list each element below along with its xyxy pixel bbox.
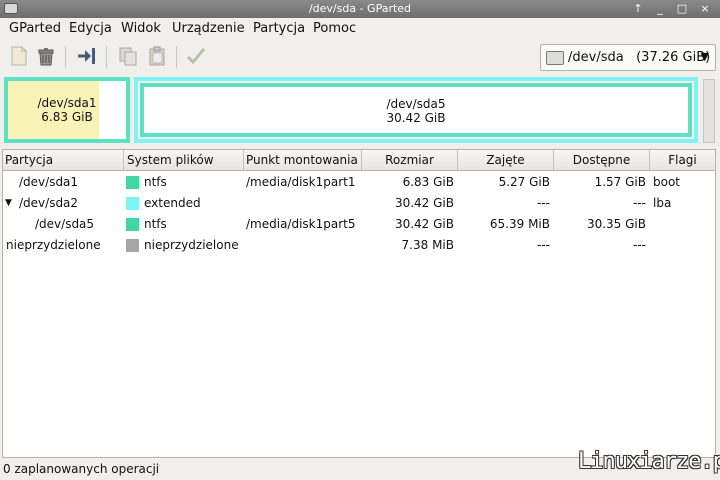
table-header: Partycja System plików Punkt montowania … (3, 150, 715, 171)
cell-filesystem: ntfs (144, 175, 167, 189)
window-title: /dev/sda - GParted (308, 2, 412, 15)
table-row[interactable]: /dev/sda1 ntfs/media/disk1part1 6.83 GiB 5.… (3, 172, 715, 193)
graphic-sda5-size: 30.42 GiB (386, 111, 446, 125)
graphic-partition-sda5[interactable]: /dev/sda5 30.42 GiB (140, 83, 692, 137)
watermark-logo: Linuxiarze.pl (578, 449, 720, 474)
table-row[interactable]: ▼ /dev/sda2 extended 30.42 GiB --- --- lba (3, 193, 715, 214)
cell-free: --- (633, 196, 646, 210)
cell-filesystem: nieprzydzielone (144, 238, 239, 252)
cell-partition: /dev/sda1 (19, 175, 79, 189)
column-header-free[interactable]: Dostępne (554, 150, 650, 171)
toolbar-separator (65, 46, 66, 68)
menu-bar: GParted Edycja Widok Urządzenie Partycja… (0, 18, 720, 40)
resize-move-icon[interactable] (75, 45, 97, 67)
menu-pomoc[interactable]: Pomoc (313, 21, 356, 36)
cell-mountpoint (246, 235, 362, 256)
cell-size: 30.42 GiB (394, 217, 454, 231)
title-bar: /dev/sda - GParted ↑ _ □ × (0, 0, 720, 18)
cell-mountpoint: /media/disk1part1 (246, 175, 356, 189)
cell-free: 30.35 GiB (586, 217, 646, 231)
menu-partycja[interactable]: Partycja (253, 21, 305, 36)
expander-arrow-icon[interactable]: ▼ (5, 193, 12, 214)
table-row[interactable]: /dev/sda5 ntfs/media/disk1part5 30.42 GiB 6… (3, 214, 715, 235)
toolbar-separator (106, 46, 107, 68)
window-up-icon[interactable]: ↑ (630, 1, 646, 16)
column-header-flags[interactable]: Flagi (650, 150, 715, 171)
cell-size: 6.83 GiB (402, 175, 454, 189)
cell-used: 5.27 GiB (498, 175, 550, 189)
chevron-down-icon: ▼ (700, 50, 709, 63)
close-button[interactable]: × (697, 1, 713, 16)
column-header-filesystem[interactable]: System plików (124, 150, 244, 171)
device-name: /dev/sda (37.26 GiB) (568, 50, 711, 65)
graphic-partition-sda1[interactable]: /dev/sda1 6.83 GiB (4, 77, 130, 143)
table-row[interactable]: nieprzydzielone nieprzydzielone 7.38 MiB --… (3, 235, 715, 256)
cell-filesystem: ntfs (144, 217, 167, 231)
filesystem-color-swatch (126, 197, 139, 210)
cell-partition: /dev/sda5 (35, 217, 95, 231)
toolbar: /dev/sda (37.26 GiB) ▼ (0, 40, 720, 74)
cell-used: 65.39 MiB (489, 217, 550, 231)
menu-urzadzenie[interactable]: Urządzenie (172, 21, 245, 36)
filesystem-color-swatch (126, 239, 139, 252)
cell-free: 1.57 GiB (594, 175, 646, 189)
graphic-sda1-size: 6.83 GiB (41, 110, 93, 124)
cell-mountpoint: /media/disk1part5 (246, 217, 356, 231)
paste-icon[interactable] (146, 45, 168, 67)
cell-size: 30.42 GiB (394, 196, 454, 210)
status-text: 0 zaplanowanych operacji (3, 462, 160, 476)
filesystem-color-swatch (126, 176, 139, 189)
minimize-button[interactable]: _ (652, 1, 668, 16)
new-icon[interactable] (8, 45, 30, 67)
graphic-scrollbar[interactable] (703, 79, 715, 143)
menu-gparted[interactable]: GParted (9, 21, 61, 36)
cell-flags: boot (653, 175, 681, 189)
copy-icon[interactable] (117, 45, 139, 67)
graphic-sda1-name: /dev/sda1 (37, 96, 97, 110)
cell-size: 7.38 MiB (401, 238, 454, 252)
cell-mountpoint (246, 193, 362, 214)
menu-widok[interactable]: Widok (121, 21, 161, 36)
cell-flags (653, 214, 715, 235)
column-header-size[interactable]: Rozmiar (362, 150, 458, 171)
filesystem-color-swatch (126, 218, 139, 231)
graphic-sda5-name: /dev/sda5 (386, 97, 446, 111)
menu-edycja[interactable]: Edycja (69, 21, 112, 36)
delete-icon[interactable] (35, 45, 57, 67)
hard-drive-icon (546, 51, 564, 65)
partition-graphic: /dev/sda1 6.83 GiB /dev/sda5 30.42 GiB (0, 76, 720, 146)
cell-partition: nieprzydzielone (6, 238, 101, 252)
cell-flags: lba (653, 196, 672, 210)
toolbar-separator (176, 46, 177, 68)
maximize-button[interactable]: □ (674, 1, 690, 16)
column-header-partition[interactable]: Partycja (3, 150, 124, 171)
cell-used: --- (537, 196, 550, 210)
cell-used: --- (537, 238, 550, 252)
cell-flags (653, 235, 715, 256)
graphic-partition-extended[interactable]: /dev/sda5 30.42 GiB (134, 77, 698, 143)
apply-icon[interactable] (185, 45, 207, 67)
cell-partition: /dev/sda2 (19, 196, 79, 210)
column-header-mountpoint[interactable]: Punkt montowania (244, 150, 362, 171)
column-header-used[interactable]: Zajęte (458, 150, 554, 171)
cell-filesystem: extended (144, 196, 201, 210)
partition-table: Partycja System plików Punkt montowania … (2, 149, 716, 458)
cell-free: --- (633, 238, 646, 252)
device-selector[interactable]: /dev/sda (37.26 GiB) ▼ (540, 44, 716, 71)
